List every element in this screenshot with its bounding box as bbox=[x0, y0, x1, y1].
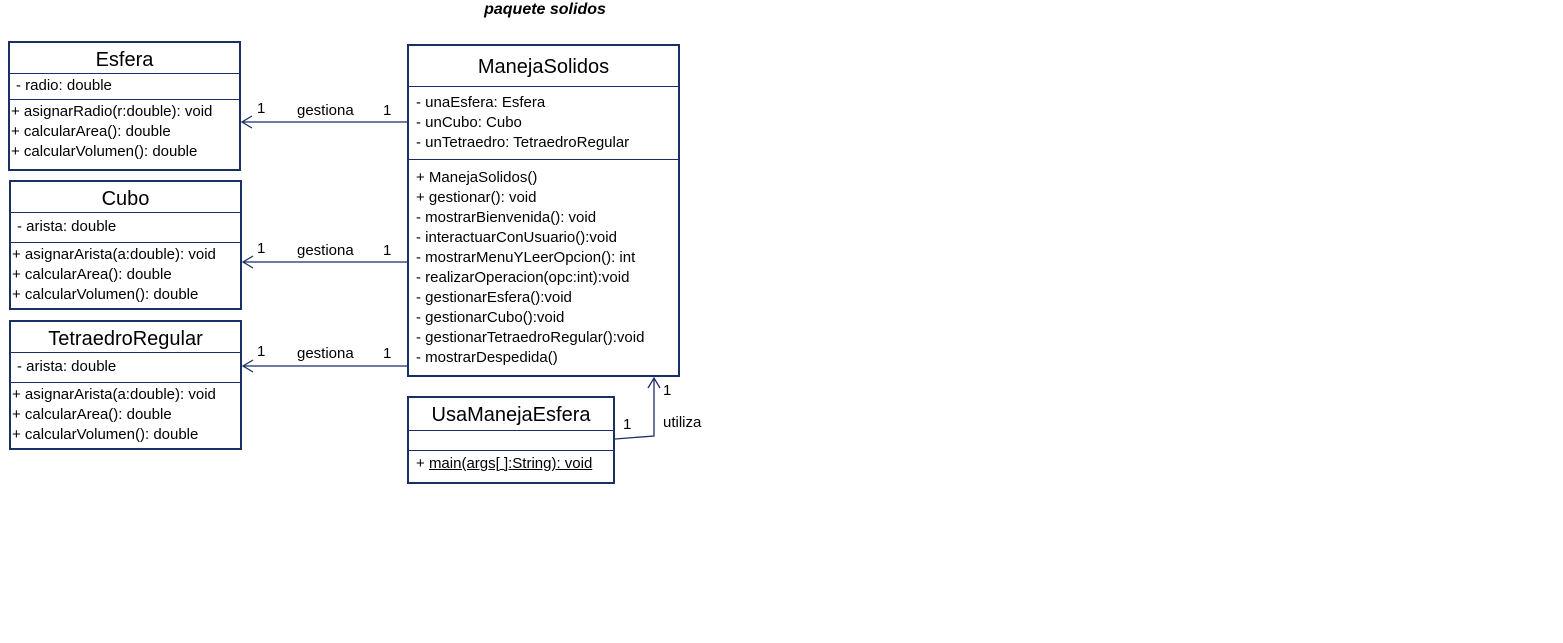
association-label: gestiona bbox=[297, 345, 354, 362]
multiplicity-label: 1 bbox=[663, 382, 672, 399]
association-label: gestiona bbox=[297, 102, 354, 119]
multiplicity-label: 1 bbox=[623, 416, 632, 433]
multiplicity-label: 1 bbox=[383, 102, 392, 119]
multiplicity-label: 1 bbox=[257, 100, 266, 117]
multiplicity-label: 1 bbox=[383, 345, 392, 362]
association-label: utiliza bbox=[663, 414, 702, 431]
connectors bbox=[240, 115, 661, 440]
multiplicity-label: 1 bbox=[257, 343, 266, 360]
multiplicity-label: 1 bbox=[257, 240, 266, 257]
association-label: gestiona bbox=[297, 242, 354, 259]
multiplicity-label: 1 bbox=[383, 242, 392, 259]
